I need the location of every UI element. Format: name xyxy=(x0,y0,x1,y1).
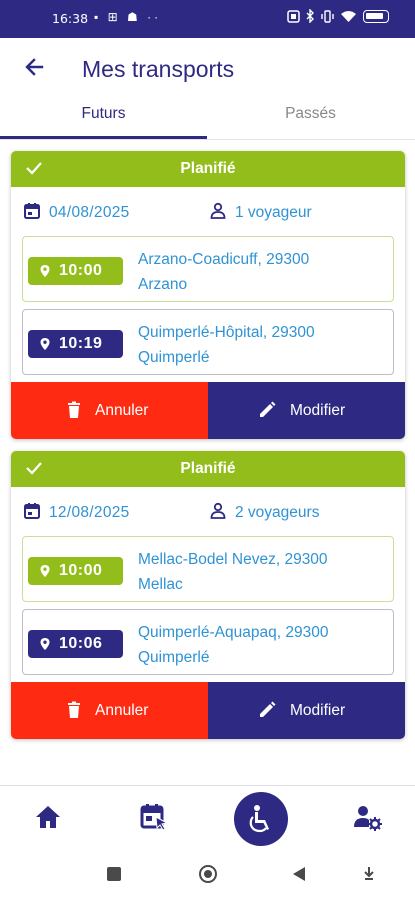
pickup-address-line1: Arzano-Coadicuff, 29300 xyxy=(138,251,310,268)
cancel-button[interactable]: Annuler xyxy=(11,382,208,439)
calendar-icon xyxy=(24,203,40,219)
home-circle-icon[interactable] xyxy=(198,864,218,884)
pickup-time: 10:00 xyxy=(59,562,103,579)
system-status-icons xyxy=(287,9,389,23)
pickup-time-badge: 10:00 xyxy=(28,257,123,285)
edit-label: Modifier xyxy=(290,702,346,719)
wheelchair-icon xyxy=(249,805,269,833)
status-header: Planifié xyxy=(11,451,405,487)
transport-card: Planifié 04/08/2025 1 voyageur 10:00 Arz… xyxy=(11,151,405,439)
dropoff-address-line2: Quimperlé xyxy=(138,349,210,366)
divider xyxy=(0,785,415,786)
notification-icons: ▪ ⊞ ☗ ·· xyxy=(94,10,162,24)
app-bar: Mes transports xyxy=(0,38,415,100)
dropoff-time-badge: 10:19 xyxy=(28,330,123,358)
edit-button[interactable]: Modifier xyxy=(208,682,405,739)
nfc-icon xyxy=(287,9,300,23)
wifi-icon xyxy=(341,10,356,22)
dropoff-address-line1: Quimperlé-Aquapaq, 29300 xyxy=(138,624,329,641)
status-time: 16:38 xyxy=(52,11,89,26)
tab-passes[interactable]: Passés xyxy=(207,105,414,123)
back-triangle-icon[interactable] xyxy=(291,866,307,882)
trash-icon xyxy=(68,701,80,718)
pencil-icon xyxy=(260,401,276,417)
status-label: Planifié xyxy=(180,160,236,177)
pickup-stop: 10:00 Mellac-Bodel Nevez, 29300 Mellac xyxy=(22,536,394,602)
tab-futurs[interactable]: Futurs xyxy=(0,105,207,123)
system-nav-bar xyxy=(0,847,415,900)
transports-nav-button[interactable] xyxy=(234,792,288,846)
back-arrow-icon[interactable] xyxy=(20,52,50,82)
pickup-time: 10:00 xyxy=(59,262,103,279)
pickup-time-badge: 10:00 xyxy=(28,557,123,585)
pickup-address-line2: Mellac xyxy=(138,576,183,593)
person-icon xyxy=(210,502,226,519)
card-actions: Annuler Modifier xyxy=(11,682,405,739)
location-pin-icon xyxy=(40,565,50,577)
home-icon[interactable] xyxy=(33,802,63,832)
user-settings-icon[interactable] xyxy=(352,802,382,832)
dropoff-address: Quimperlé-Hôpital, 29300 Quimperlé xyxy=(138,320,383,370)
cancel-button[interactable]: Annuler xyxy=(11,682,208,739)
tab-bar: Futurs Passés xyxy=(0,100,415,140)
dropoff-time: 10:06 xyxy=(59,635,103,652)
location-pin-icon xyxy=(40,338,50,350)
calendar-icon xyxy=(24,503,40,519)
pickup-address-line1: Mellac-Bodel Nevez, 29300 xyxy=(138,551,328,568)
edit-label: Modifier xyxy=(290,402,346,419)
dropoff-stop: 10:19 Quimperlé-Hôpital, 29300 Quimperlé xyxy=(22,309,394,375)
status-label: Planifié xyxy=(180,460,236,477)
keyboard-hide-icon[interactable] xyxy=(362,866,376,882)
location-pin-icon xyxy=(40,638,50,650)
battery-icon xyxy=(363,9,389,23)
cancel-label: Annuler xyxy=(95,702,149,719)
pencil-icon xyxy=(260,701,276,717)
transport-card: Planifié 12/08/2025 2 voyageurs 10:00 Me… xyxy=(11,451,405,739)
status-bar: 16:38 ▪ ⊞ ☗ ·· xyxy=(0,0,415,38)
trash-icon xyxy=(68,401,80,418)
passenger-count: 2 voyageurs xyxy=(235,504,320,521)
bottom-nav xyxy=(0,787,415,847)
bluetooth-icon xyxy=(306,9,314,23)
passenger-count: 1 voyageur xyxy=(235,204,312,221)
location-pin-icon xyxy=(40,265,50,277)
trip-date: 12/08/2025 xyxy=(49,504,130,521)
dropoff-address: Quimperlé-Aquapaq, 29300 Quimperlé xyxy=(138,620,383,670)
card-actions: Annuler Modifier xyxy=(11,382,405,439)
calendar-select-icon[interactable] xyxy=(139,802,169,832)
person-icon xyxy=(210,202,226,219)
cancel-label: Annuler xyxy=(95,402,149,419)
dropoff-address-line1: Quimperlé-Hôpital, 29300 xyxy=(138,324,315,341)
recents-icon[interactable] xyxy=(106,866,122,882)
dropoff-stop: 10:06 Quimperlé-Aquapaq, 29300 Quimperlé xyxy=(22,609,394,675)
vibrate-icon xyxy=(321,9,334,23)
dropoff-time-badge: 10:06 xyxy=(28,630,123,658)
dropoff-time: 10:19 xyxy=(59,335,103,352)
trip-meta: 12/08/2025 2 voyageurs xyxy=(11,487,405,529)
pickup-address: Arzano-Coadicuff, 29300 Arzano xyxy=(138,247,383,297)
page-title: Mes transports xyxy=(82,56,235,82)
pickup-address-line2: Arzano xyxy=(138,276,188,293)
trip-date: 04/08/2025 xyxy=(49,204,130,221)
pickup-stop: 10:00 Arzano-Coadicuff, 29300 Arzano xyxy=(22,236,394,302)
dropoff-address-line2: Quimperlé xyxy=(138,649,210,666)
status-header: Planifié xyxy=(11,151,405,187)
pickup-address: Mellac-Bodel Nevez, 29300 Mellac xyxy=(138,547,383,597)
active-tab-indicator xyxy=(0,136,207,139)
edit-button[interactable]: Modifier xyxy=(208,382,405,439)
trip-meta: 04/08/2025 1 voyageur xyxy=(11,187,405,229)
